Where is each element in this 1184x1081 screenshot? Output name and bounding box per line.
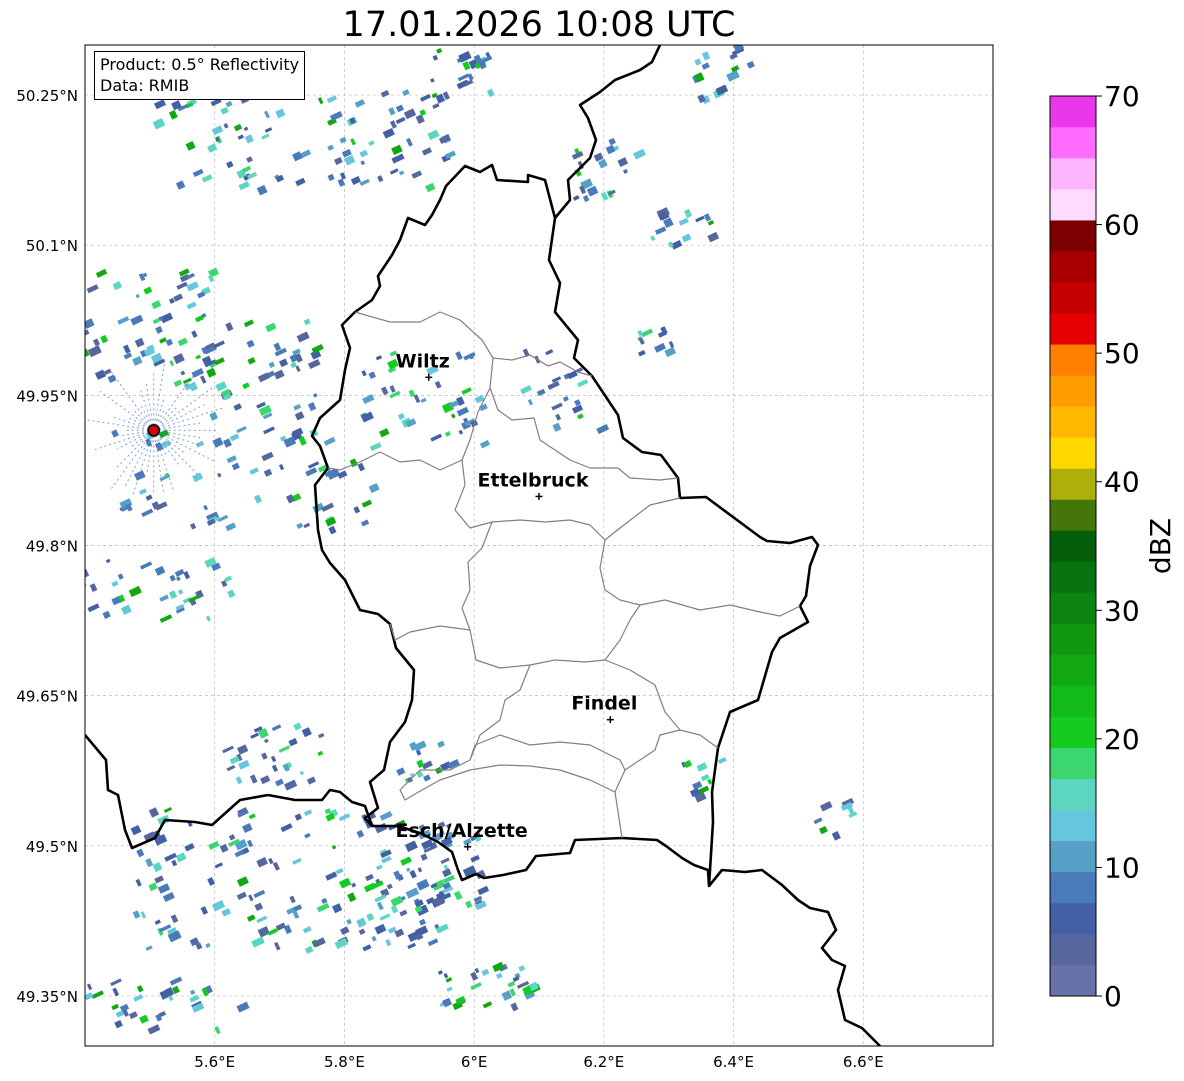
lon-tick-label: 6°E [461, 1053, 488, 1071]
colorbar-segment [1050, 592, 1096, 624]
lat-tick-label: 49.5°N [26, 838, 78, 856]
reflectivity-echo [85, 334, 86, 344]
colorbar-segment [1050, 530, 1096, 562]
colorbar-segment [1050, 933, 1096, 966]
lat-tick-label: 50.1°N [26, 237, 78, 255]
colorbar-segment [1050, 158, 1096, 190]
colorbar: 0 10 20 30 40 50 60 70 dBZ [1049, 80, 1177, 1013]
reflectivity-echo [74, 331, 81, 338]
reflectivity-echo [72, 374, 76, 378]
colorbar-tick-label: 70 [1104, 80, 1140, 113]
reflectivity-echo [77, 331, 82, 337]
colorbar-segment [1050, 96, 1096, 128]
colorbar-tick-label: 30 [1104, 594, 1140, 627]
colorbar-segment [1050, 654, 1096, 686]
colorbar-segment [1050, 313, 1096, 345]
reflectivity-echo [66, 359, 77, 370]
lon-tick-label: 6.4°E [713, 1053, 754, 1071]
colorbar-segment [1050, 437, 1096, 469]
colorbar-segment [1050, 840, 1096, 873]
colorbar-segment [1050, 964, 1096, 997]
lon-tick-label: 6.2°E [583, 1053, 624, 1071]
radar-site-marker [147, 424, 160, 437]
city-label: Esch/Alzette [396, 820, 528, 842]
colorbar-segment [1050, 561, 1096, 593]
reflectivity-echo [78, 272, 85, 280]
colorbar-tick-label: 10 [1104, 851, 1140, 884]
reflectivity-echo [52, 587, 57, 592]
product-info-box: Product: 0.5° Reflectivity Data: RMIB [94, 51, 306, 100]
reflectivity-echo [61, 566, 67, 574]
colorbar-segment [1050, 282, 1096, 314]
reflectivity-echo [59, 607, 69, 614]
reflectivity-echo [55, 557, 67, 566]
colorbar-segment [1050, 871, 1096, 904]
colorbar-tick-label: 60 [1104, 209, 1140, 242]
product-text: Product: 0.5° Reflectivity [100, 55, 300, 74]
colorbar-segment [1050, 189, 1096, 221]
lat-tick-label: 50.25°N [16, 87, 78, 105]
data-source-text: Data: RMIB [100, 76, 190, 95]
colorbar-tick-label: 40 [1104, 466, 1140, 499]
lat-tick-label: 49.65°N [16, 688, 78, 706]
reflectivity-echo [61, 609, 71, 617]
colorbar-segment [1050, 375, 1096, 407]
lon-tick-label: 5.6°E [194, 1053, 235, 1071]
colorbar-tick-label: 50 [1104, 337, 1140, 370]
lat-tick-label: 49.95°N [16, 387, 78, 405]
colorbar-segment [1050, 716, 1096, 749]
city-label: Wiltz [396, 350, 450, 372]
colorbar-label: dBZ [1144, 518, 1177, 574]
colorbar-segment [1050, 747, 1096, 780]
map-background [85, 45, 993, 1046]
colorbar-segment [1050, 902, 1096, 935]
colorbar-segment [1050, 220, 1096, 252]
colorbar-segment [1050, 344, 1096, 376]
reflectivity-echo [69, 372, 79, 379]
city-label: Ettelbruck [478, 469, 589, 491]
city-label: Findel [571, 693, 637, 715]
colorbar-tick-label: 0 [1104, 980, 1122, 1013]
reflectivity-echo [62, 302, 75, 313]
reflectivity-echo [78, 364, 83, 368]
lon-tick-label: 5.8°E [324, 1053, 365, 1071]
colorbar-segment [1050, 623, 1096, 655]
lon-tick-label: 6.6°E [843, 1053, 884, 1071]
colorbar-tick-label: 20 [1104, 723, 1140, 756]
lat-tick-label: 49.8°N [26, 538, 78, 556]
radar-figure: Wiltz Ettelbruck Findel Esch/Alzette 5.6°E 5… [16, 44, 1177, 1071]
colorbar-segment [1050, 127, 1096, 159]
colorbar-segment [1050, 685, 1096, 717]
reflectivity-echo [64, 582, 73, 590]
colorbar-segment [1050, 809, 1096, 842]
colorbar-segment [1050, 468, 1096, 500]
colorbar-segment [1050, 778, 1096, 811]
colorbar-segment [1050, 251, 1096, 283]
lat-tick-label: 49.35°N [16, 988, 78, 1006]
colorbar-segment [1050, 499, 1096, 531]
colorbar-segment [1050, 406, 1096, 438]
